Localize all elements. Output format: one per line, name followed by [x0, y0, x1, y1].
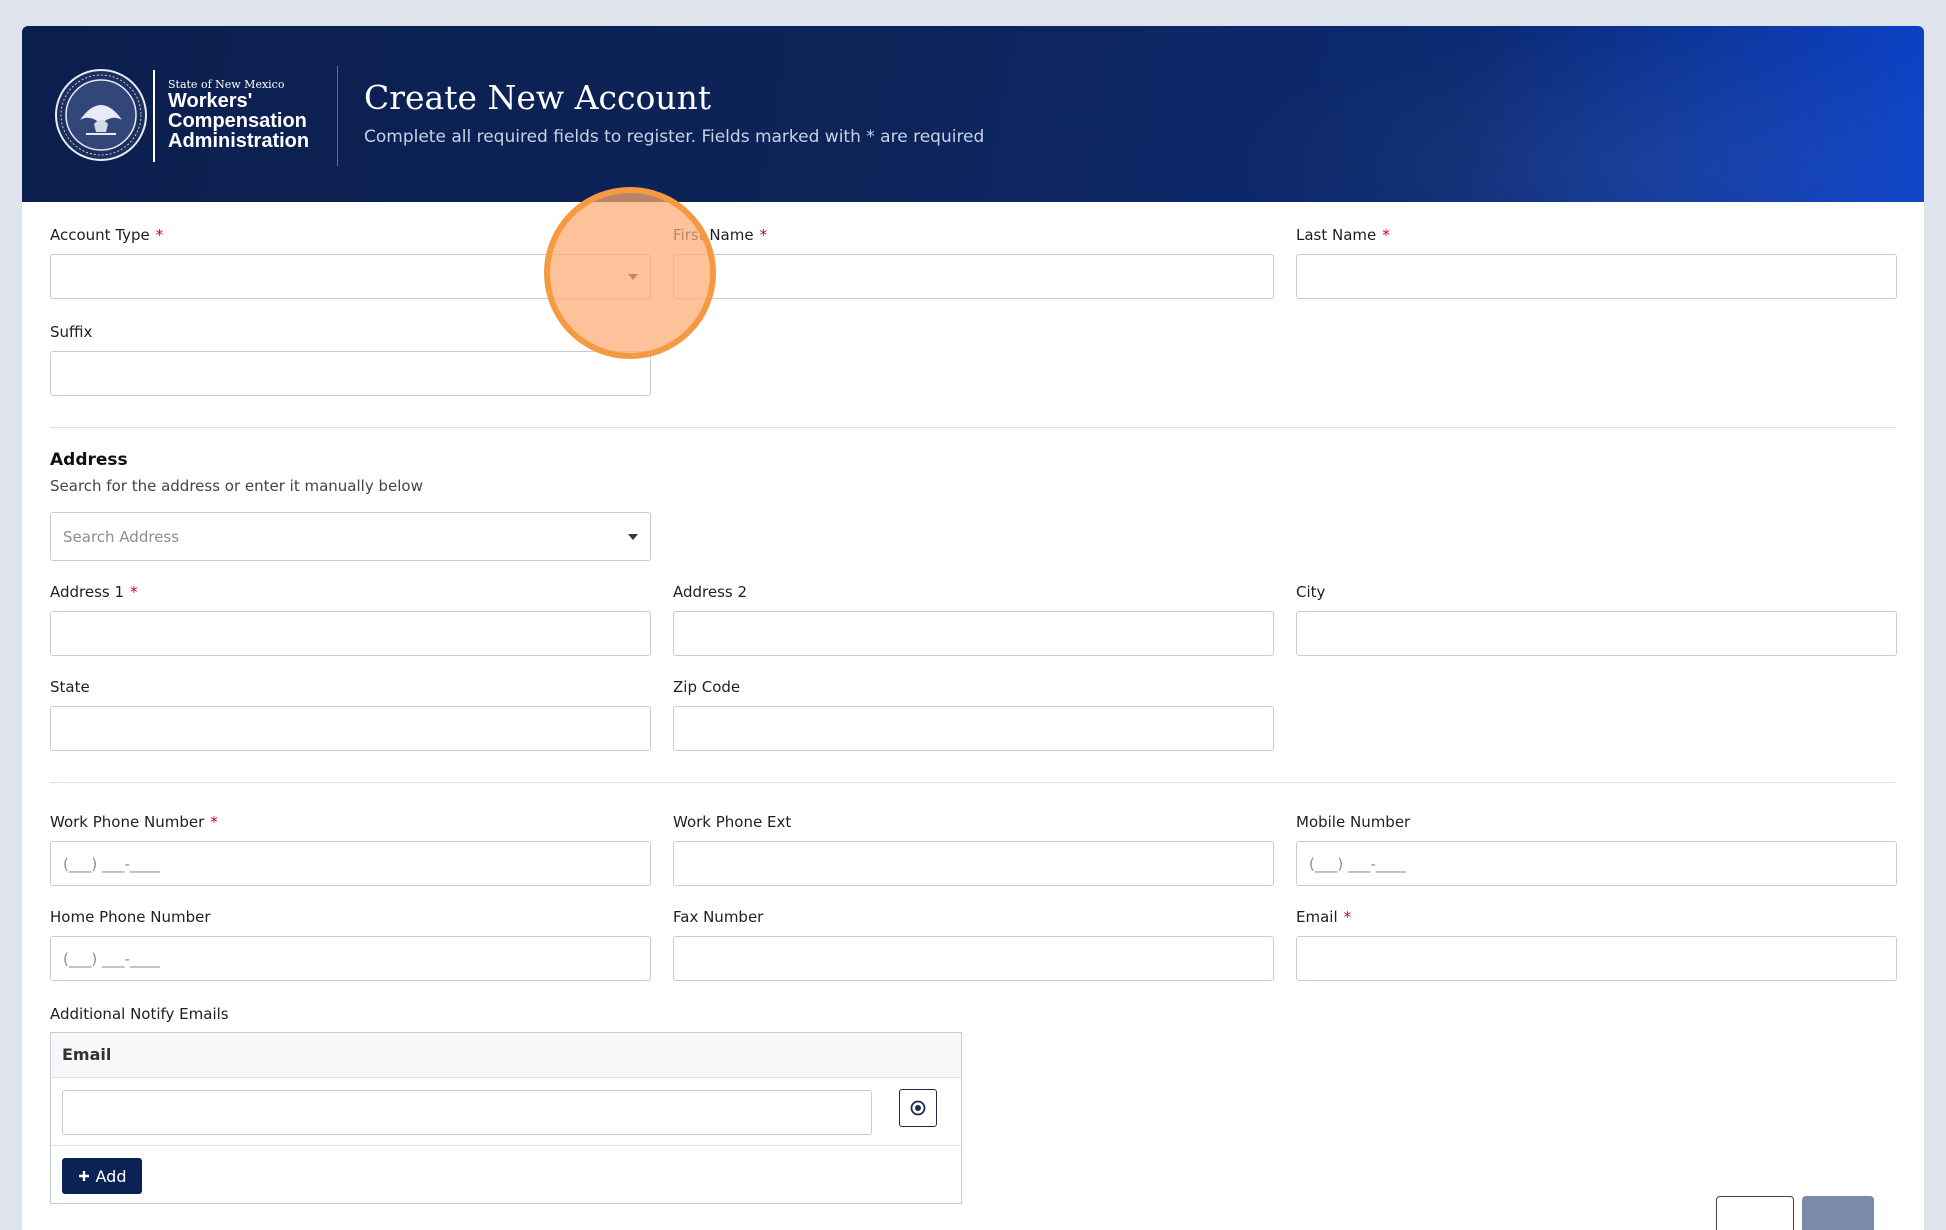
notify-emails-label: Additional Notify Emails [50, 1005, 229, 1023]
work-phone-label-text: Work Phone Number [50, 813, 205, 831]
add-email-label: Add [95, 1166, 127, 1186]
city-input[interactable] [1296, 611, 1897, 656]
first-name-label: First Name * [673, 226, 767, 244]
address1-label-text: Address 1 [50, 583, 125, 601]
org-logo-text: State of New Mexico Workers' Compensatio… [168, 79, 310, 152]
notify-email-input[interactable] [62, 1090, 872, 1135]
fax-label: Fax Number [673, 908, 764, 926]
suffix-label: Suffix [50, 323, 93, 341]
address-search-placeholder: Search Address [63, 527, 180, 546]
work-phone-input[interactable]: (___) ___-____ [50, 841, 651, 886]
email-label-text: Email [1296, 908, 1338, 926]
submit-button[interactable] [1802, 1196, 1874, 1230]
home-phone-input[interactable]: (___) ___-____ [50, 936, 651, 981]
work-ext-label: Work Phone Ext [673, 813, 792, 831]
state-input[interactable] [50, 706, 651, 751]
first-name-label-text: First Name [673, 226, 754, 244]
chevron-down-icon [628, 533, 638, 540]
fax-input[interactable] [673, 936, 1274, 981]
address2-input[interactable] [673, 611, 1274, 656]
account-type-label-text: Account Type [50, 226, 150, 244]
account-type-select[interactable] [50, 254, 651, 299]
logo-org-line-2: Compensation [168, 110, 307, 132]
notify-emails-table: Email Add [50, 1032, 962, 1204]
registration-card: State of New Mexico Workers' Compensatio… [22, 26, 1924, 1230]
logo-org-line-1: Workers' [168, 90, 253, 112]
notify-email-row [51, 1078, 961, 1146]
remove-email-button[interactable] [899, 1089, 937, 1127]
address-section-title: Address [50, 450, 128, 470]
logo-org-line-3: Administration [168, 130, 310, 152]
required-asterisk: * [1343, 908, 1352, 926]
state-label: State [50, 678, 90, 696]
address1-label: Address 1 * [50, 583, 138, 601]
remove-circle-icon [910, 1100, 926, 1116]
required-asterisk: * [1382, 226, 1390, 244]
work-phone-mask: (___) ___-____ [63, 854, 160, 873]
required-asterisk: * [130, 583, 138, 601]
plus-icon [78, 1171, 89, 1181]
zip-input[interactable] [673, 706, 1274, 751]
required-asterisk: * [155, 226, 164, 244]
section-divider [50, 427, 1896, 428]
mobile-input[interactable]: (___) ___-____ [1296, 841, 1897, 886]
home-phone-label: Home Phone Number [50, 908, 211, 926]
zip-label: Zip Code [673, 678, 741, 696]
banner-divider [337, 66, 338, 166]
last-name-label: Last Name * [1296, 226, 1390, 244]
mobile-mask: (___) ___-____ [1309, 854, 1406, 873]
address1-input[interactable] [50, 611, 651, 656]
home-phone-mask: (___) ___-____ [63, 949, 160, 968]
state-seal-icon [55, 69, 147, 161]
notify-column-header: Email [51, 1033, 961, 1078]
work-phone-label: Work Phone Number * [50, 813, 218, 831]
page-subtitle: Complete all required fields to register… [364, 127, 985, 147]
mobile-label: Mobile Number [1296, 813, 1411, 831]
page-title: Create New Account [364, 78, 712, 117]
banner-background-image [1224, 26, 1924, 202]
suffix-input[interactable] [50, 351, 651, 396]
address2-label: Address 2 [673, 583, 748, 601]
required-asterisk: * [210, 813, 218, 831]
chevron-down-icon [628, 273, 638, 280]
city-label: City [1296, 583, 1326, 601]
last-name-label-text: Last Name [1296, 226, 1377, 244]
first-name-input[interactable] [673, 254, 1274, 299]
work-ext-input[interactable] [673, 841, 1274, 886]
section-divider [50, 782, 1896, 783]
address-section-subtitle: Search for the address or enter it manua… [50, 477, 423, 495]
logo-divider [153, 70, 155, 162]
email-label: Email * [1296, 908, 1351, 926]
header-banner: State of New Mexico Workers' Compensatio… [22, 26, 1924, 202]
add-email-button[interactable]: Add [62, 1158, 142, 1194]
account-type-label: Account Type * [50, 226, 163, 244]
email-input[interactable] [1296, 936, 1897, 981]
address-search-select[interactable]: Search Address [50, 512, 651, 561]
cancel-button[interactable] [1716, 1196, 1794, 1230]
required-asterisk: * [759, 226, 768, 244]
last-name-input[interactable] [1296, 254, 1897, 299]
